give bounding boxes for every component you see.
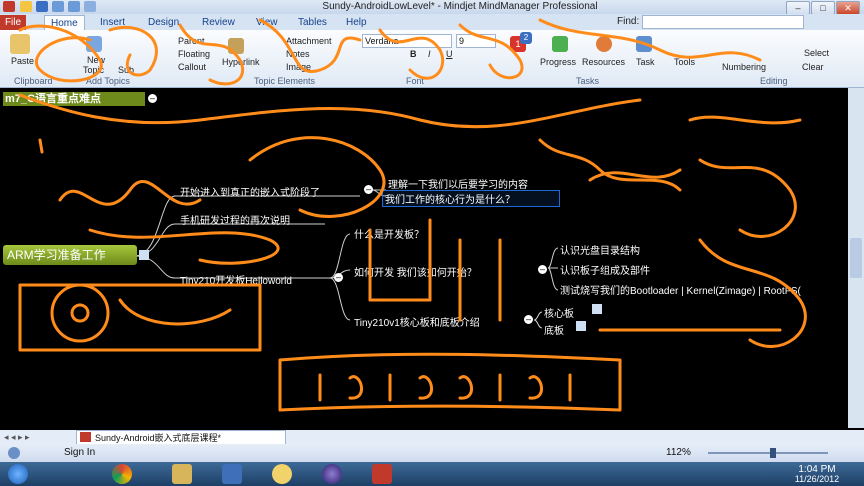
vertical-scrollbar[interactable] [848, 88, 864, 428]
eclipse-icon[interactable] [322, 464, 342, 484]
taskbar: 1:04 PM 11/26/2012 [0, 462, 864, 486]
start-button-icon[interactable] [8, 464, 28, 484]
scroll-thumb[interactable] [850, 238, 862, 278]
folder-icon[interactable] [172, 464, 192, 484]
mindmanager-taskbar-icon[interactable] [372, 464, 392, 484]
zoom-level: 112% [666, 447, 691, 458]
zoom-slider-thumb[interactable] [770, 448, 776, 458]
document-tabs: ◂ ◂ ▸ ▸ Sundy-Android嵌入式底层课程* [0, 430, 864, 446]
mindmanager-doc-icon [80, 432, 91, 442]
zoom-slider[interactable] [708, 452, 828, 454]
smiley-icon[interactable] [272, 464, 292, 484]
sign-in-link[interactable]: Sign In [64, 447, 95, 458]
user-icon [8, 447, 20, 459]
clock-date: 11/26/2012 [794, 474, 840, 484]
tab-nav-arrows[interactable]: ◂ ◂ ▸ ▸ [4, 432, 54, 442]
chrome-icon[interactable] [112, 464, 132, 484]
app-icon[interactable] [222, 464, 242, 484]
pen-annotations [18, 18, 807, 412]
status-bar: Sign In 112% [0, 444, 864, 462]
